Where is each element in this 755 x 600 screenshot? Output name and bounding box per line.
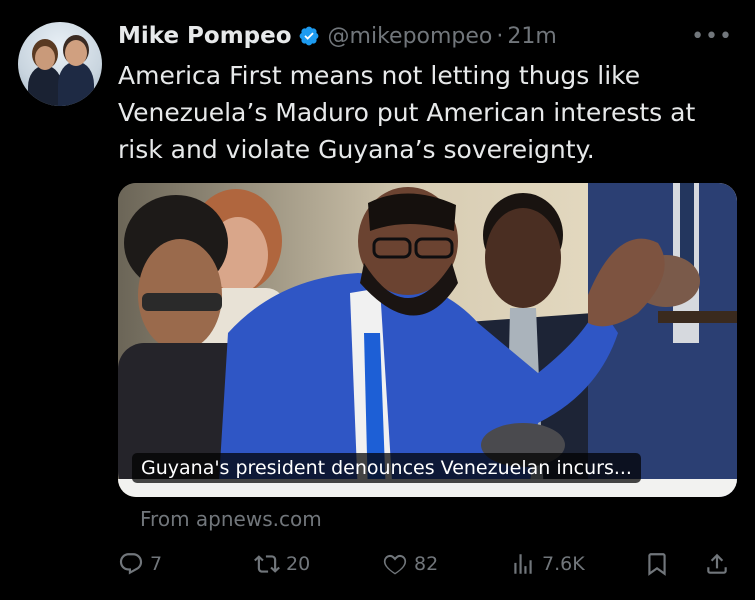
avatar-head-left xyxy=(35,46,55,70)
views-chart-icon xyxy=(514,554,532,574)
author-handle[interactable]: @mikepompeo xyxy=(328,24,493,49)
avatar[interactable] xyxy=(18,22,102,106)
verified-badge-icon xyxy=(299,26,318,46)
card-image xyxy=(118,183,737,497)
header-separator: · xyxy=(496,23,504,49)
more-options-icon[interactable]: ••• xyxy=(691,24,733,49)
card-caption: Guyana's president denounces Venezuelan … xyxy=(132,453,641,483)
avatar-head-right xyxy=(65,40,87,66)
views-button[interactable]: 7.6K xyxy=(510,551,585,577)
tweet-header: Mike Pompeo @mikepompeo · 21m ••• xyxy=(118,20,733,52)
repost-count: 20 xyxy=(286,553,311,575)
reply-button[interactable]: 7 xyxy=(118,551,162,577)
view-count: 7.6K xyxy=(542,553,585,575)
link-card[interactable]: Guyana's president denounces Venezuelan … xyxy=(118,183,737,497)
author-name[interactable]: Mike Pompeo xyxy=(118,23,292,49)
tweet-actions: 7 20 82 7.6K xyxy=(118,551,733,585)
like-count: 82 xyxy=(414,553,439,575)
heart-icon xyxy=(383,554,407,575)
bookmark-icon xyxy=(648,553,666,576)
like-button[interactable]: 82 xyxy=(382,551,438,577)
bookmark-button[interactable] xyxy=(644,551,670,577)
reply-count: 7 xyxy=(150,553,163,575)
repost-icon xyxy=(254,555,280,573)
reply-icon xyxy=(119,553,143,575)
avatar-person-left xyxy=(28,66,62,106)
tweet-text: America First means not letting thugs li… xyxy=(118,61,696,164)
repost-button[interactable]: 20 xyxy=(254,551,310,577)
share-icon xyxy=(707,553,727,574)
share-button[interactable] xyxy=(704,551,730,577)
card-source[interactable]: From apnews.com xyxy=(140,507,322,531)
tweet-time[interactable]: 21m xyxy=(507,24,556,49)
avatar-person-right xyxy=(58,62,94,106)
